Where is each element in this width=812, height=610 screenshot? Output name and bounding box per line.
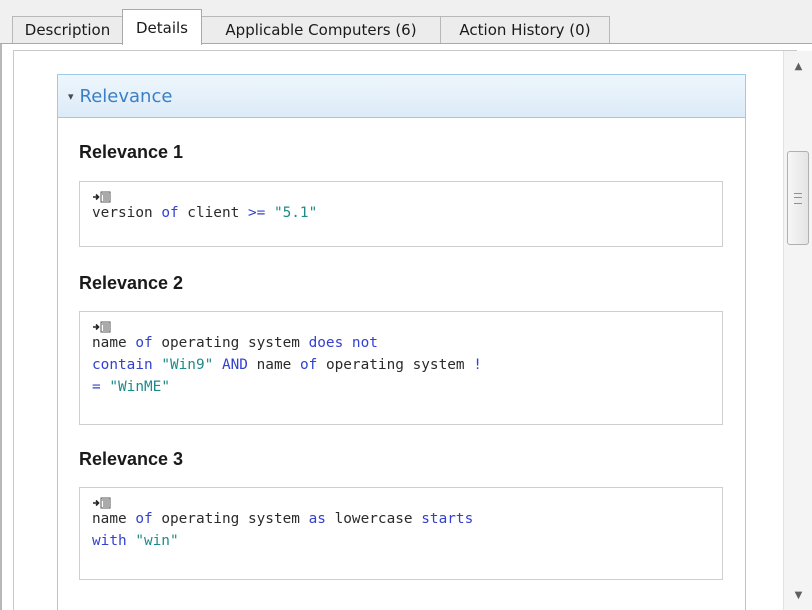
code-string: "Win9": [152, 357, 222, 373]
code-keyword: contain: [92, 357, 153, 373]
relevance-panel: ▾ Relevance Relevance 1 version of clien…: [57, 74, 746, 610]
tab-applicable-computers[interactable]: Applicable Computers (6): [201, 16, 441, 43]
code-keyword: =: [92, 379, 101, 395]
relevance-panel-title: Relevance: [79, 85, 173, 107]
tab-action-history[interactable]: Action History (0): [440, 16, 610, 43]
relevance-2-title: Relevance 2: [79, 273, 184, 293]
relevance-code: version of client >= "5.1": [92, 202, 722, 224]
code-line: version of client >= "5.1": [92, 202, 722, 224]
tab-description[interactable]: Description: [12, 16, 123, 43]
code-string: "WinME": [100, 379, 170, 395]
relevance-2-code: name of operating system does not contain…: [79, 311, 723, 425]
code-keyword: of: [161, 205, 179, 221]
relevance-1-code: version of client >= "5.1": [79, 181, 723, 247]
vertical-scrollbar[interactable]: ▲ ▼: [783, 51, 812, 610]
relevance-3-code: name of operating system as lowercase st…: [79, 487, 723, 580]
code-keyword: with: [92, 533, 127, 549]
code-text: name: [247, 357, 300, 373]
tab-details[interactable]: Details: [122, 9, 202, 45]
code-keyword: does not: [308, 335, 378, 351]
scroll-thumb[interactable]: [787, 151, 809, 245]
code-keyword: of: [135, 335, 153, 351]
code-line: name of operating system does not: [92, 332, 722, 354]
scroll-up-arrow-icon[interactable]: ▲: [784, 55, 812, 77]
code-keyword: !: [473, 357, 482, 373]
code-string: "win": [126, 533, 179, 549]
relevance-3-title: Relevance 3: [79, 449, 184, 469]
relevance-1-title: Relevance 1: [79, 142, 184, 162]
relevance-code: name of operating system does not contain…: [92, 332, 722, 398]
code-line: contain "Win9" AND name of operating sys…: [92, 354, 722, 376]
scroll-grip-icon: [794, 192, 802, 204]
code-text: name: [92, 335, 136, 351]
code-text: client: [178, 205, 248, 221]
code-keyword: starts: [421, 511, 474, 527]
collapse-caret-icon[interactable]: ▾: [68, 90, 74, 103]
code-keyword: of: [135, 511, 153, 527]
code-text: lowercase: [325, 511, 422, 527]
code-keyword: of: [299, 357, 318, 373]
code-line: name of operating system as lowercase st…: [92, 508, 722, 530]
code-text: operating system: [317, 357, 474, 373]
code-text: version: [92, 205, 162, 221]
code-keyword: AND: [221, 357, 248, 373]
code-text: name: [92, 511, 136, 527]
scroll-down-arrow-icon[interactable]: ▼: [784, 584, 812, 606]
code-string: "5.1": [265, 205, 318, 221]
code-text: operating system: [152, 335, 309, 351]
relevance-panel-header[interactable]: ▾ Relevance: [58, 75, 745, 118]
code-line: = "WinME": [92, 376, 722, 398]
relevance-code: name of operating system as lowercase st…: [92, 508, 722, 552]
code-keyword: >=: [247, 205, 266, 221]
code-line: with "win": [92, 530, 722, 552]
code-text: operating system: [152, 511, 309, 527]
tab-strip: Description Details Applicable Computers…: [0, 0, 812, 45]
code-keyword: as: [308, 511, 326, 527]
